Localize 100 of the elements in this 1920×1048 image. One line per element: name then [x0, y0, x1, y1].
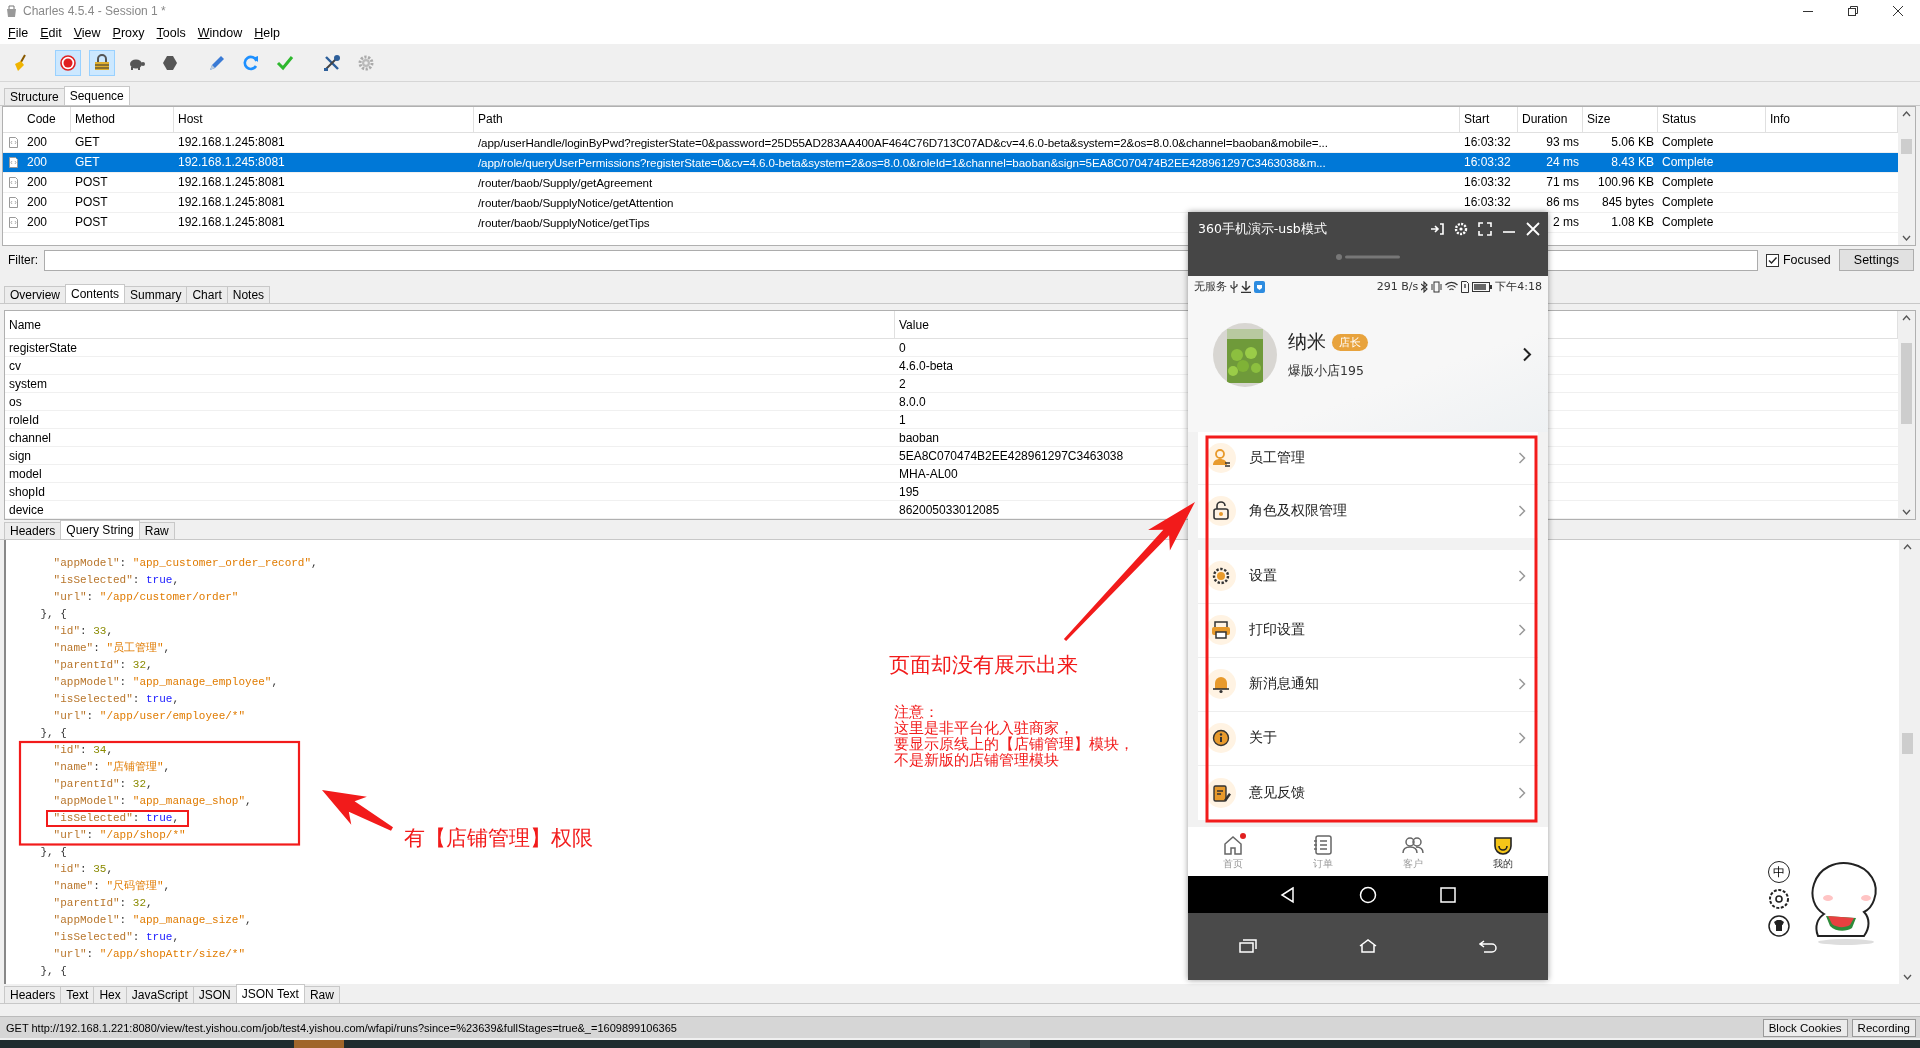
column-header[interactable]: Code: [23, 107, 71, 132]
tab[interactable]: Headers: [4, 986, 62, 1003]
column-header[interactable]: Start: [1460, 107, 1518, 132]
back-icon[interactable]: [1479, 938, 1497, 953]
speed-text: 291 B/s: [1376, 280, 1419, 294]
column-header[interactable]: Status: [1658, 107, 1766, 132]
shop-name: 爆版小店195: [1288, 363, 1365, 381]
menu-row[interactable]: 员工管理: [1198, 431, 1538, 485]
tab[interactable]: Contents: [65, 284, 126, 303]
exit-icon[interactable]: [1430, 222, 1444, 236]
menu-label: 新消息通知: [1249, 675, 1320, 694]
column-header[interactable]: Method: [71, 107, 174, 132]
table-cell: /app/userHandle/loginByPwd?registerState=0&password=25D55AD283AA400AF464C76D713C07AD&cv=4.6.0-beta&system=2&os=8.0.0&channel=baoban&mobile=...: [478, 136, 1328, 149]
fullscreen-icon[interactable]: [1478, 222, 1492, 236]
tab[interactable]: Query String: [60, 520, 140, 539]
code-line: "url": "/app/shopAttr/size/*": [53, 948, 246, 961]
code-line: "appModel": "app_manage_shop",: [53, 795, 252, 808]
record-button[interactable]: [55, 49, 81, 76]
table-row[interactable]: 200 POST 192.168.1.245:8081 /router/baob/Supply/getAgreement 16:03:32 71 ms 100.96 KB Complete: [3, 173, 1898, 193]
menu-row[interactable]: 关于: [1198, 711, 1538, 766]
restore-icon[interactable]: [1847, 6, 1858, 16]
tab-bar-item[interactable]: 我的: [1458, 827, 1548, 876]
table-cell: 2: [899, 377, 906, 391]
home-icon[interactable]: [1359, 885, 1377, 904]
code-line: }, {: [40, 727, 67, 740]
scroll-thumb[interactable]: [1901, 343, 1912, 424]
tab[interactable]: Sequence: [63, 86, 130, 105]
scroll-thumb[interactable]: [1901, 138, 1912, 154]
status-button[interactable]: Block Cookies: [1762, 1018, 1848, 1037]
drag-handle[interactable]: [1336, 254, 1400, 260]
back-icon[interactable]: [1279, 885, 1297, 904]
menu-item[interactable]: Edit: [34, 23, 68, 43]
table-cell: Complete: [1662, 175, 1714, 189]
code-line: "id": 34,: [53, 744, 113, 757]
tab[interactable]: JavaScript: [125, 986, 194, 1003]
menu-item[interactable]: Help: [248, 23, 286, 43]
menu-item[interactable]: Proxy: [106, 23, 151, 43]
menu-item[interactable]: View: [67, 23, 107, 43]
menu-row[interactable]: 设置: [1198, 549, 1538, 604]
menu-row[interactable]: 打印设置: [1198, 603, 1538, 658]
chevron-icon[interactable]: [1522, 347, 1532, 363]
settings-button[interactable]: Settings: [1838, 249, 1914, 271]
tab[interactable]: JSON Text: [235, 984, 305, 1003]
chevron-icon: [1518, 451, 1526, 464]
table-cell: 5EA8C070474B2EE428961297C3463038: [899, 449, 1124, 463]
wifi-icon: [1445, 281, 1459, 293]
menu-item[interactable]: Window: [191, 23, 249, 43]
tab[interactable]: Raw: [303, 986, 340, 1003]
menu-item[interactable]: Tools: [150, 23, 192, 43]
role-icon: [1206, 496, 1236, 527]
tab[interactable]: Headers: [4, 522, 62, 539]
shirt-icon[interactable]: [1768, 915, 1790, 937]
code-line: "isSelected": true,: [53, 931, 180, 944]
table-cell: 192.168.1.245:8081: [178, 195, 285, 209]
table-cell: 24 ms: [1546, 155, 1579, 169]
shield-icon: [1254, 280, 1265, 293]
tab[interactable]: Hex: [93, 986, 127, 1003]
tab-label: 订单: [1313, 856, 1333, 871]
code-line: "name": "尺码管理",: [53, 880, 171, 893]
tab[interactable]: Structure: [4, 88, 65, 105]
settings-icon[interactable]: [1768, 888, 1790, 910]
recents-icon[interactable]: [1239, 938, 1257, 953]
scrollbar[interactable]: [1898, 311, 1915, 519]
code-line: "name": "店铺管理",: [53, 761, 171, 774]
tab[interactable]: Text: [60, 986, 95, 1003]
tab[interactable]: JSON: [192, 986, 237, 1003]
tab[interactable]: Overview: [4, 286, 66, 303]
code-line: "parentId": 32,: [53, 659, 153, 672]
home-icon[interactable]: [1359, 938, 1377, 953]
note-line: 要显示原线上的【店铺管理】模块，: [894, 736, 1134, 752]
status-button[interactable]: Recording: [1851, 1018, 1916, 1037]
menu-item[interactable]: File: [2, 23, 35, 43]
column-header[interactable]: Name: [5, 311, 895, 339]
close-icon[interactable]: [1892, 6, 1903, 16]
bluetooth-icon: [1421, 280, 1429, 293]
scroll-thumb[interactable]: [1902, 732, 1913, 754]
chevron-icon: [1518, 786, 1526, 799]
menu-row[interactable]: 新消息通知: [1198, 657, 1538, 712]
scrollbar[interactable]: [1898, 107, 1915, 245]
menu-label: 打印设置: [1249, 621, 1306, 640]
menu-label: 员工管理: [1249, 448, 1306, 467]
app-icon: [6, 4, 17, 18]
menu-row[interactable]: 意见反馈: [1198, 765, 1538, 820]
menu-row[interactable]: 角色及权限管理: [1198, 484, 1538, 538]
code-line: "appModel": "app_customer_order_record",: [53, 557, 318, 570]
column-header[interactable]: Path: [474, 107, 1460, 132]
checkbox[interactable]: [1765, 253, 1779, 267]
table-cell: Complete: [1662, 215, 1714, 229]
tab[interactable]: Chart: [186, 286, 228, 303]
column-header[interactable]: Host: [174, 107, 474, 132]
tab[interactable]: Notes: [226, 286, 271, 303]
column-header[interactable]: Size: [1583, 107, 1658, 132]
lock-button[interactable]: [89, 49, 115, 76]
recents-icon[interactable]: [1440, 886, 1456, 903]
arrow: [322, 790, 393, 831]
table-cell: 200: [27, 195, 48, 209]
tab[interactable]: Summary: [124, 286, 188, 303]
note-line: 注意：: [894, 704, 939, 720]
tab[interactable]: Raw: [138, 522, 175, 539]
column-header[interactable]: Duration: [1518, 107, 1583, 132]
